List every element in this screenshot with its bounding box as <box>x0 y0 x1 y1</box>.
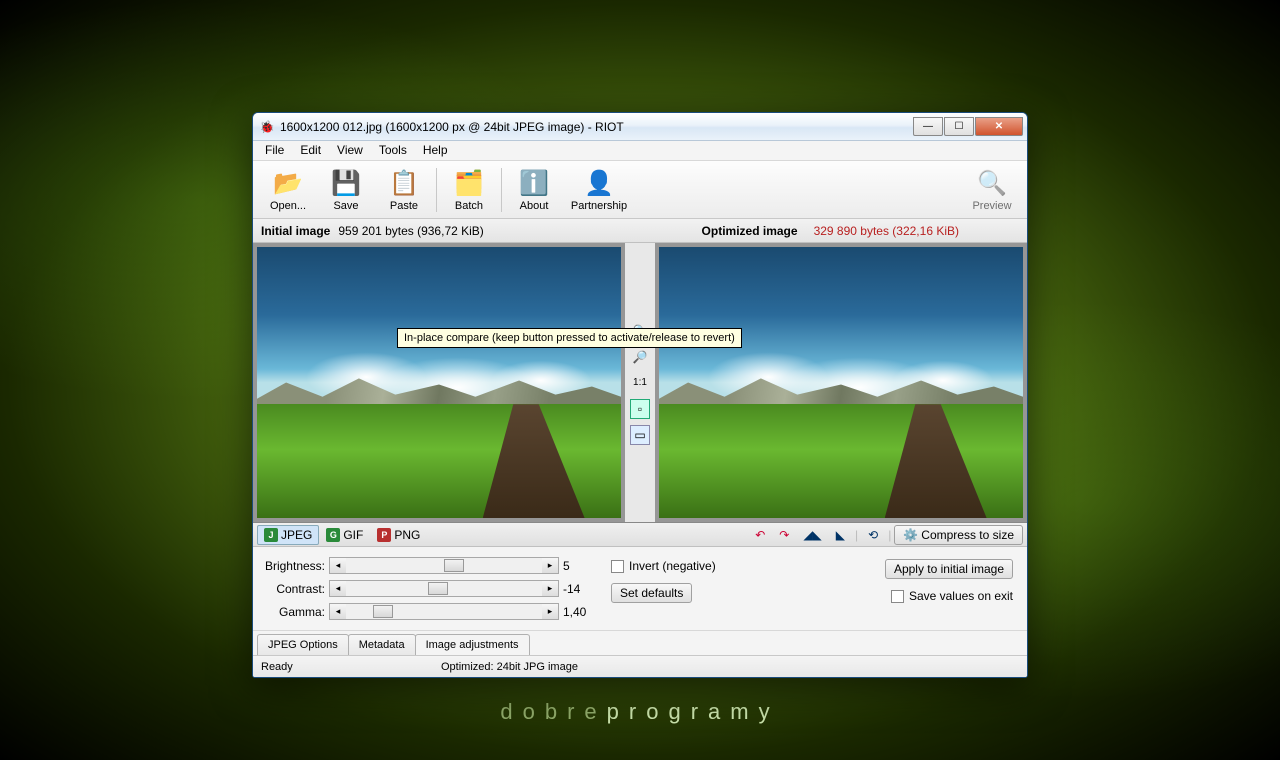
gamma-value: 1,40 <box>563 605 591 619</box>
batch-button[interactable]: 🗂️ Batch <box>440 164 498 216</box>
save-values-on-exit-checkbox[interactable]: Save values on exit <box>891 589 1013 603</box>
menu-file[interactable]: File <box>257 141 292 160</box>
tab-jpeg-options[interactable]: JPEG Options <box>257 634 349 655</box>
partnership-button[interactable]: 👤 Partnership <box>563 164 635 216</box>
format-tab-bar: J JPEG G GIF P PNG ↶ ↷ ◢◣ ◣ | ⟲ | ⚙️ Com… <box>253 523 1027 547</box>
tab-metadata[interactable]: Metadata <box>348 634 416 655</box>
format-tab-jpeg[interactable]: J JPEG <box>257 525 319 545</box>
open-button[interactable]: 📂 Open... <box>259 164 317 216</box>
gamma-slider[interactable]: ◂▸ <box>329 603 559 620</box>
status-optimized: Optimized: 24bit JPG image <box>441 661 578 673</box>
size-info-bar: Initial image 959 201 bytes (936,72 KiB)… <box>253 219 1027 243</box>
contrast-label: Contrast: <box>261 582 325 596</box>
initial-image-label: Initial image <box>261 224 330 238</box>
person-icon: 👤 <box>583 168 615 200</box>
redo-button[interactable]: ↷ <box>774 526 794 544</box>
brightness-slider[interactable]: ◂▸ <box>329 557 559 574</box>
rotate-button[interactable]: ⟲ <box>863 526 883 544</box>
toolbar: 📂 Open... 💾 Save 📋 Paste 🗂️ Batch ℹ️ Abo… <box>253 161 1027 219</box>
gamma-label: Gamma: <box>261 605 325 619</box>
watermark: dobreprogramy <box>0 699 1280 725</box>
zoom-1to1-button[interactable]: 1:1 <box>630 373 650 393</box>
gear-icon: ⚙️ <box>903 528 918 542</box>
batch-icon: 🗂️ <box>453 168 485 200</box>
maximize-button[interactable]: ☐ <box>944 117 974 136</box>
status-bar: Ready Optimized: 24bit JPG image <box>253 655 1027 677</box>
format-tab-png[interactable]: P PNG <box>370 525 427 545</box>
floppy-icon: 💾 <box>330 168 362 200</box>
brightness-label: Brightness: <box>261 559 325 573</box>
optimized-image-label: Optimized image <box>702 224 798 238</box>
minimize-button[interactable]: — <box>913 117 943 136</box>
paste-button[interactable]: 📋 Paste <box>375 164 433 216</box>
zoom-tools: 🔍 🔎 1:1 ▫ ▭ <box>625 243 655 522</box>
fit-window-icon[interactable]: ▫ <box>630 399 650 419</box>
jpeg-icon: J <box>264 528 278 542</box>
info-icon: ℹ️ <box>518 168 550 200</box>
format-tab-gif[interactable]: G GIF <box>319 525 370 545</box>
inplace-compare-button[interactable]: ▭ <box>630 425 650 445</box>
flip-vertical-icon[interactable]: ◣ <box>831 526 850 544</box>
image-comparison-area: 🔍 🔎 1:1 ▫ ▭ <box>253 243 1027 523</box>
contrast-slider[interactable]: ◂▸ <box>329 580 559 597</box>
menu-tools[interactable]: Tools <box>371 141 415 160</box>
about-button[interactable]: ℹ️ About <box>505 164 563 216</box>
menubar: File Edit View Tools Help <box>253 141 1027 161</box>
invert-checkbox[interactable]: Invert (negative) <box>611 559 716 573</box>
window-title: 1600x1200 012.jpg (1600x1200 px @ 24bit … <box>280 120 913 134</box>
apply-to-initial-button[interactable]: Apply to initial image <box>885 559 1013 579</box>
folder-open-icon: 📂 <box>272 168 304 200</box>
app-window: 🐞 1600x1200 012.jpg (1600x1200 px @ 24bi… <box>252 112 1028 678</box>
options-tab-bar: JPEG Options Metadata Image adjustments <box>253 630 1027 655</box>
initial-image-size: 959 201 bytes (936,72 KiB) <box>338 224 483 238</box>
png-icon: P <box>377 528 391 542</box>
gif-icon: G <box>326 528 340 542</box>
zoom-out-icon[interactable]: 🔎 <box>630 347 650 367</box>
tooltip: In-place compare (keep button pressed to… <box>397 328 742 348</box>
brightness-value: 5 <box>563 559 591 573</box>
initial-image-panel[interactable] <box>253 243 625 522</box>
save-button[interactable]: 💾 Save <box>317 164 375 216</box>
menu-view[interactable]: View <box>329 141 371 160</box>
contrast-value: -14 <box>563 582 591 596</box>
compress-to-size-button[interactable]: ⚙️ Compress to size <box>894 525 1023 545</box>
set-defaults-button[interactable]: Set defaults <box>611 583 692 603</box>
tab-image-adjustments[interactable]: Image adjustments <box>415 634 530 655</box>
titlebar[interactable]: 🐞 1600x1200 012.jpg (1600x1200 px @ 24bi… <box>253 113 1027 141</box>
clipboard-icon: 📋 <box>388 168 420 200</box>
preview-button[interactable]: 🔍 Preview <box>963 164 1021 216</box>
optimized-image-size: 329 890 bytes (322,16 KiB) <box>814 224 959 238</box>
magnifier-icon: 🔍 <box>976 168 1008 200</box>
app-icon: 🐞 <box>259 119 275 135</box>
close-button[interactable]: ✕ <box>975 117 1023 136</box>
menu-edit[interactable]: Edit <box>292 141 329 160</box>
menu-help[interactable]: Help <box>415 141 456 160</box>
image-adjustments-panel: Brightness: ◂▸ 5 Contrast: ◂▸ -14 Gamma:… <box>253 547 1027 630</box>
flip-horizontal-icon[interactable]: ◢◣ <box>798 526 826 544</box>
undo-button[interactable]: ↶ <box>750 526 770 544</box>
status-ready: Ready <box>261 661 441 673</box>
optimized-image-panel[interactable] <box>655 243 1027 522</box>
